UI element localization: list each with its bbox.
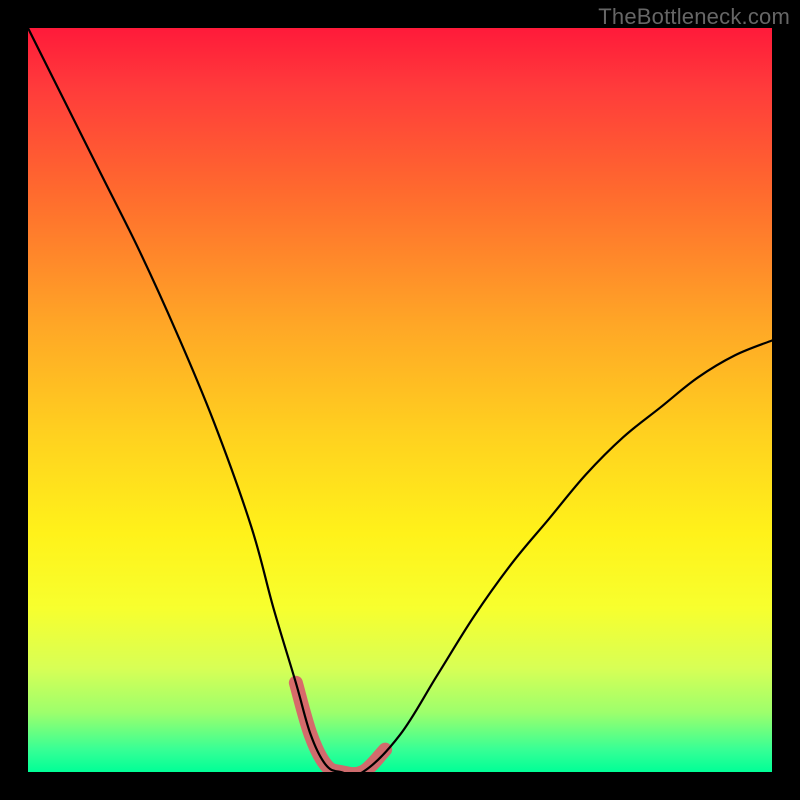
curve-layer <box>28 28 772 772</box>
bottleneck-curve-line <box>28 28 772 772</box>
plot-area <box>28 28 772 772</box>
chart-frame: TheBottleneck.com <box>0 0 800 800</box>
watermark-text: TheBottleneck.com <box>598 4 790 30</box>
